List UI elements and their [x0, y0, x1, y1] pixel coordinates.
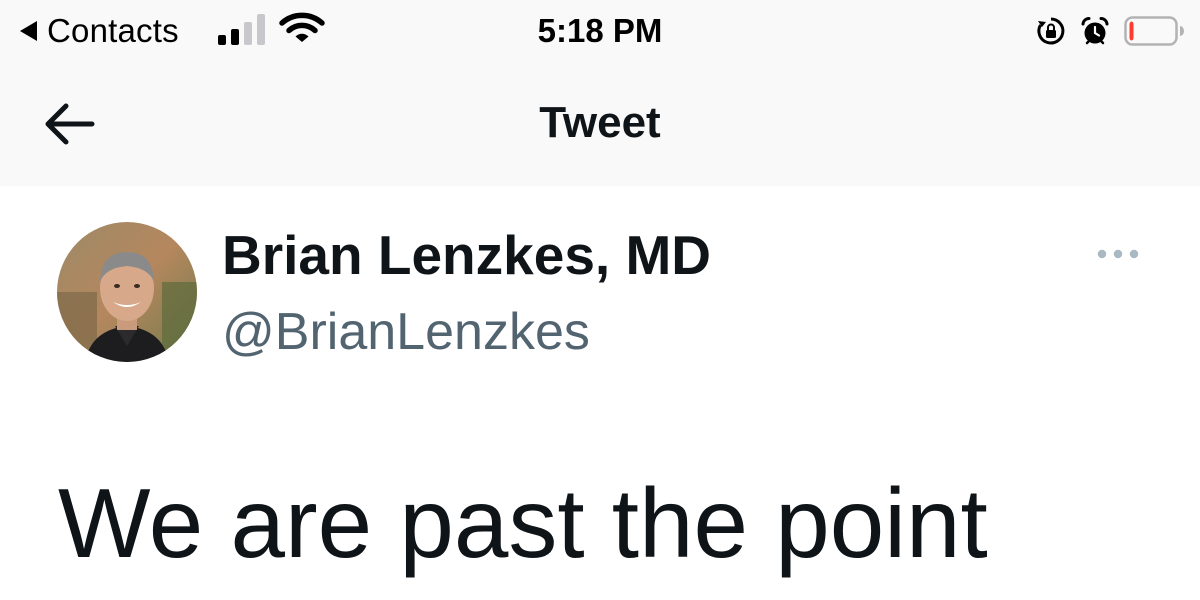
author-handle[interactable]: @BrianLenzkes [222, 300, 590, 364]
nav-bar: Tweet [0, 62, 1200, 186]
battery-low-icon [1124, 16, 1184, 46]
status-bar: Contacts 5:18 PM [0, 0, 1200, 62]
alarm-icon [1081, 16, 1109, 45]
author-name[interactable]: Brian Lenzkes, MD [222, 222, 711, 288]
avatar[interactable] [57, 222, 197, 362]
status-time: 5:18 PM [537, 12, 663, 49]
tweet-text: We are past the point [58, 468, 988, 578]
more-dots-icon [1097, 249, 1139, 259]
tweet-screen: Contacts 5:18 PM Tweet Brian Lenzkes, MD… [0, 0, 1200, 600]
avatar-photo [57, 222, 197, 362]
top-chrome: Contacts 5:18 PM Tweet [0, 0, 1200, 186]
orientation-lock-icon [1037, 17, 1065, 45]
more-options-button[interactable] [1090, 240, 1146, 268]
status-right-icons [1036, 13, 1184, 49]
page-title: Tweet [539, 98, 661, 147]
